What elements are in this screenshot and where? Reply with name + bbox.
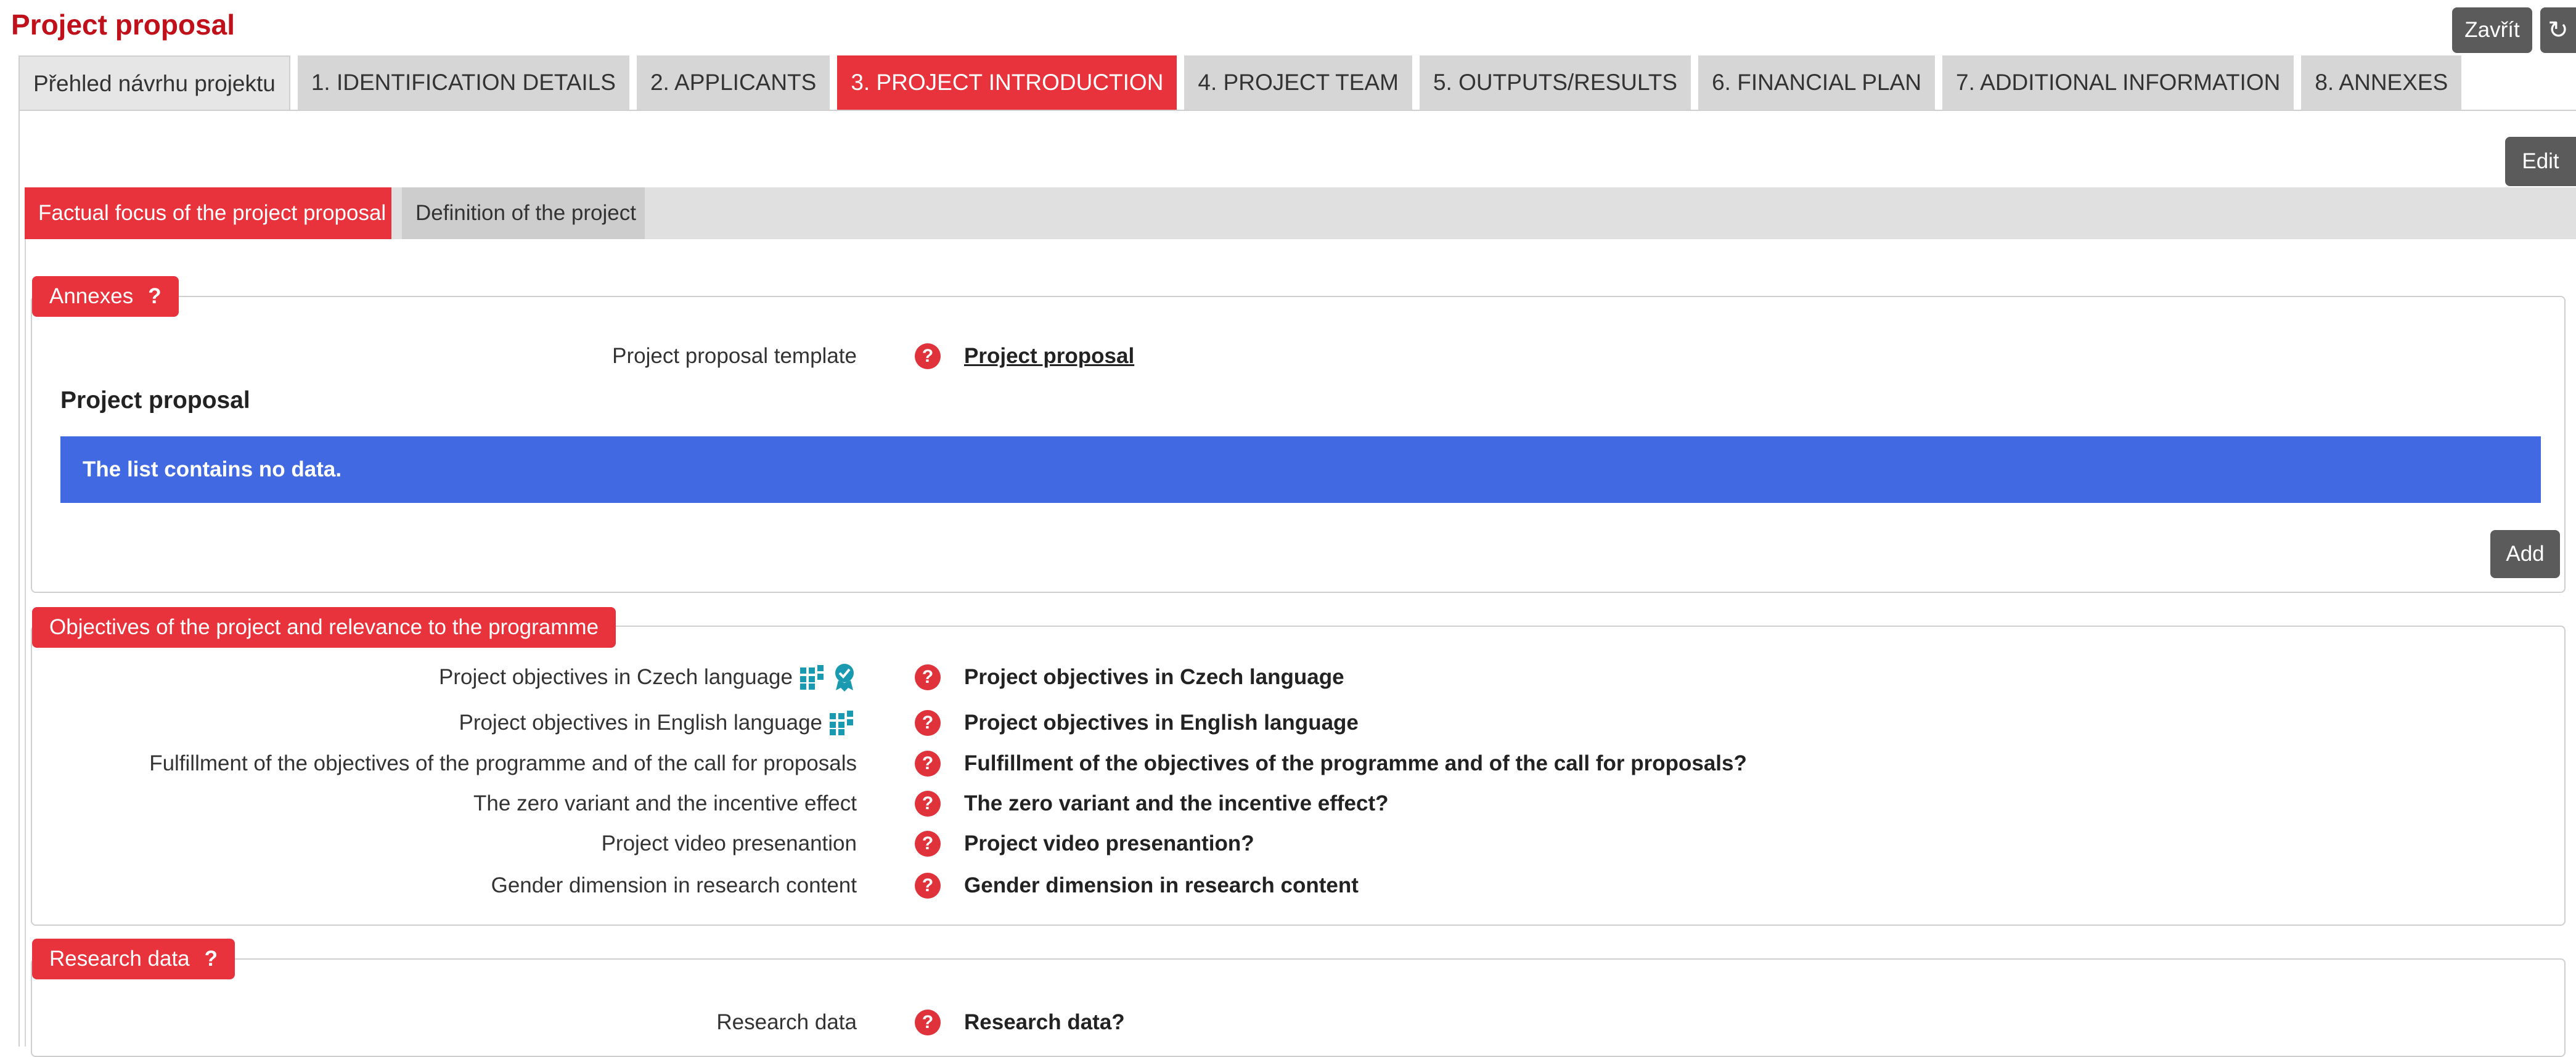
field-value: Gender dimension in research content [964, 873, 1359, 897]
project-proposal-template-row: Project proposal template ? Project prop… [32, 338, 2564, 375]
tab-identification-details[interactable]: 1. IDENTIFICATION DETAILS [297, 55, 629, 110]
tab-annexes[interactable]: 8. ANNEXES [2301, 55, 2462, 110]
field-label: Project video presenantion [601, 831, 857, 855]
tab-applicants[interactable]: 2. APPLICANTS [636, 55, 830, 110]
tab-additional-information[interactable]: 7. ADDITIONAL INFORMATION [1942, 55, 2294, 110]
field-label: Gender dimension in research content [491, 873, 857, 897]
objective-row-video: Project video presenantion ? Project vid… [32, 825, 2564, 862]
objectives-legend: Objectives of the project and relevance … [32, 607, 616, 648]
page-title: Project proposal [11, 9, 235, 41]
field-label-text: Project objectives in English language [459, 711, 822, 735]
objective-row-fulfillment: Fulfillment of the objectives of the pro… [32, 745, 2564, 782]
annexes-legend-label: Annexes [49, 284, 134, 308]
research-data-legend: Research data ? [32, 939, 235, 979]
field-value: The zero variant and the incentive effec… [964, 791, 1389, 815]
objective-row-gender: Gender dimension in research content ? G… [32, 867, 2564, 904]
tab-project-team[interactable]: 4. PROJECT TEAM [1184, 55, 1412, 110]
research-data-section: Research data ? Research data ? Research… [31, 939, 2566, 1057]
edit-button[interactable]: Edit [2505, 137, 2576, 186]
subtab-definition[interactable]: Definition of the project [402, 187, 645, 239]
field-value: Project video presenantion? [964, 831, 1254, 855]
tab-financial-plan[interactable]: 6. FINANCIAL PLAN [1698, 55, 1936, 110]
help-icon[interactable]: ? [915, 791, 941, 817]
help-icon[interactable]: ? [915, 664, 941, 690]
help-icon[interactable]: ? [915, 751, 941, 777]
tab-outputs-results[interactable]: 5. OUTPUTS/RESULTS [1419, 55, 1691, 110]
empty-list-message: The list contains no data. [60, 436, 2541, 503]
help-icon[interactable]: ? [915, 1010, 941, 1035]
field-label: Project objectives in English language [459, 704, 857, 741]
tab-overview[interactable]: Přehled návrhu projektu [18, 55, 290, 111]
project-proposal-template-link[interactable]: Project proposal [964, 338, 1134, 375]
refresh-icon: ↻ [2548, 17, 2569, 44]
help-icon[interactable]: ? [915, 710, 941, 736]
annexes-subheading: Project proposal [60, 387, 250, 414]
objective-row-czech: Project objectives in Czech language ? P… [32, 659, 2564, 696]
grid-icon[interactable] [830, 711, 857, 735]
annexes-legend: Annexes ? [32, 276, 179, 317]
annexes-help-icon[interactable]: ? [148, 284, 161, 309]
close-button[interactable]: Zavřít [2452, 7, 2532, 53]
research-data-legend-label: Research data [49, 947, 190, 971]
field-label: Project proposal template [612, 344, 857, 368]
main-tabs: Přehled návrhu projektu 1. IDENTIFICATIO… [18, 55, 2462, 111]
field-label-text: Project objectives in Czech language [439, 665, 793, 689]
badge-icon[interactable] [832, 663, 857, 692]
help-icon[interactable]: ? [915, 831, 941, 857]
objectives-section: Objectives of the project and relevance … [31, 607, 2566, 926]
help-icon[interactable]: ? [915, 343, 941, 369]
field-value: Project objectives in English language [964, 711, 1359, 735]
field-label: Fulfillment of the objectives of the pro… [149, 751, 857, 775]
field-label: Research data [716, 1010, 857, 1034]
add-button[interactable]: Add [2490, 530, 2560, 578]
refresh-button[interactable]: ↻ [2540, 7, 2576, 53]
field-value: Research data? [964, 1010, 1125, 1034]
field-value: Fulfillment of the objectives of the pro… [964, 751, 1747, 775]
subtab-factual-focus[interactable]: Factual focus of the project proposal [25, 187, 391, 239]
research-data-row: Research data ? Research data? [32, 1004, 2564, 1041]
field-label: Project objectives in Czech language [439, 659, 857, 696]
grid-icon[interactable] [800, 665, 827, 690]
research-data-help-icon[interactable]: ? [205, 947, 218, 971]
field-value: Project objectives in Czech language [964, 665, 1344, 689]
help-icon[interactable]: ? [915, 873, 941, 899]
objective-row-zero-variant: The zero variant and the incentive effec… [32, 785, 2564, 822]
annexes-section: Annexes ? Project proposal template ? Pr… [31, 276, 2566, 593]
field-label: The zero variant and the incentive effec… [473, 791, 857, 815]
objective-row-english: Project objectives in English language ?… [32, 704, 2564, 741]
tab-project-introduction[interactable]: 3. PROJECT INTRODUCTION [837, 55, 1177, 110]
